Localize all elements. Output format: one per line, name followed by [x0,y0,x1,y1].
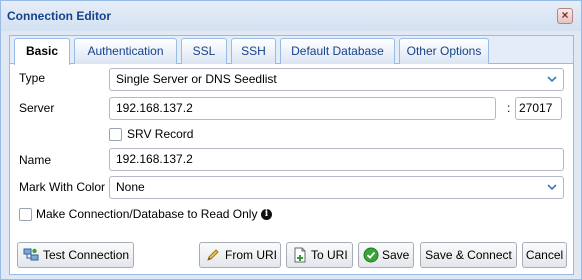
document-add-icon [294,247,306,263]
check-circle-icon [363,247,379,263]
test-connection-button[interactable]: Test Connection [17,242,134,268]
from-uri-button[interactable]: From URI [199,242,281,268]
test-connection-label: Test Connection [43,248,130,262]
mark-color-select[interactable]: None [109,176,564,199]
name-label: Name [19,153,52,167]
connection-editor-dialog: Connection Editor × Basic Authentication… [0,0,582,280]
to-uri-label: To URI [311,248,348,262]
server-port-input[interactable]: 27017 [515,97,562,120]
save-label: Save [382,248,410,262]
dialog-title: Connection Editor [7,9,111,23]
save-connect-button[interactable]: Save & Connect [420,242,517,268]
chevron-down-icon [547,76,557,83]
tab-authentication[interactable]: Authentication [74,38,177,64]
tab-strip: Basic Authentication SSL SSH Default Dat… [10,36,573,65]
mark-color-value: None [116,180,145,194]
chevron-down-icon [547,184,557,191]
tab-ssh[interactable]: SSH [231,38,276,64]
edit-pencil-icon [207,249,219,261]
close-icon[interactable]: × [557,8,573,24]
tab-ssl[interactable]: SSL [181,38,227,64]
tab-default-database[interactable]: Default Database [280,38,395,64]
network-test-icon [23,248,39,261]
server-host-input[interactable]: 192.168.137.2 [109,97,496,120]
read-only-label: Make Connection/Database to Read Only [36,207,258,221]
type-select[interactable]: Single Server or DNS Seedlist [109,68,564,91]
port-separator: : [507,101,511,115]
srv-record-label: SRV Record [127,127,194,141]
title-bar[interactable]: Connection Editor × [1,1,581,31]
tab-panel: Basic Authentication SSL SSH Default Dat… [9,35,574,275]
type-select-value: Single Server or DNS Seedlist [116,72,277,86]
server-label: Server [19,101,55,115]
from-uri-label: From URI [225,248,277,262]
to-uri-button[interactable]: To URI [286,242,353,268]
name-input[interactable]: 192.168.137.2 [109,148,564,171]
cancel-button[interactable]: Cancel [522,242,567,268]
mark-color-label: Mark With Color [19,180,106,194]
tab-basic[interactable]: Basic [14,38,70,65]
read-only-checkbox[interactable] [19,208,32,221]
type-label: Type [19,71,46,85]
tab-other-options[interactable]: Other Options [399,38,489,64]
save-button[interactable]: Save [358,242,414,268]
srv-record-checkbox[interactable] [109,128,122,141]
info-icon[interactable]: i [261,209,272,220]
